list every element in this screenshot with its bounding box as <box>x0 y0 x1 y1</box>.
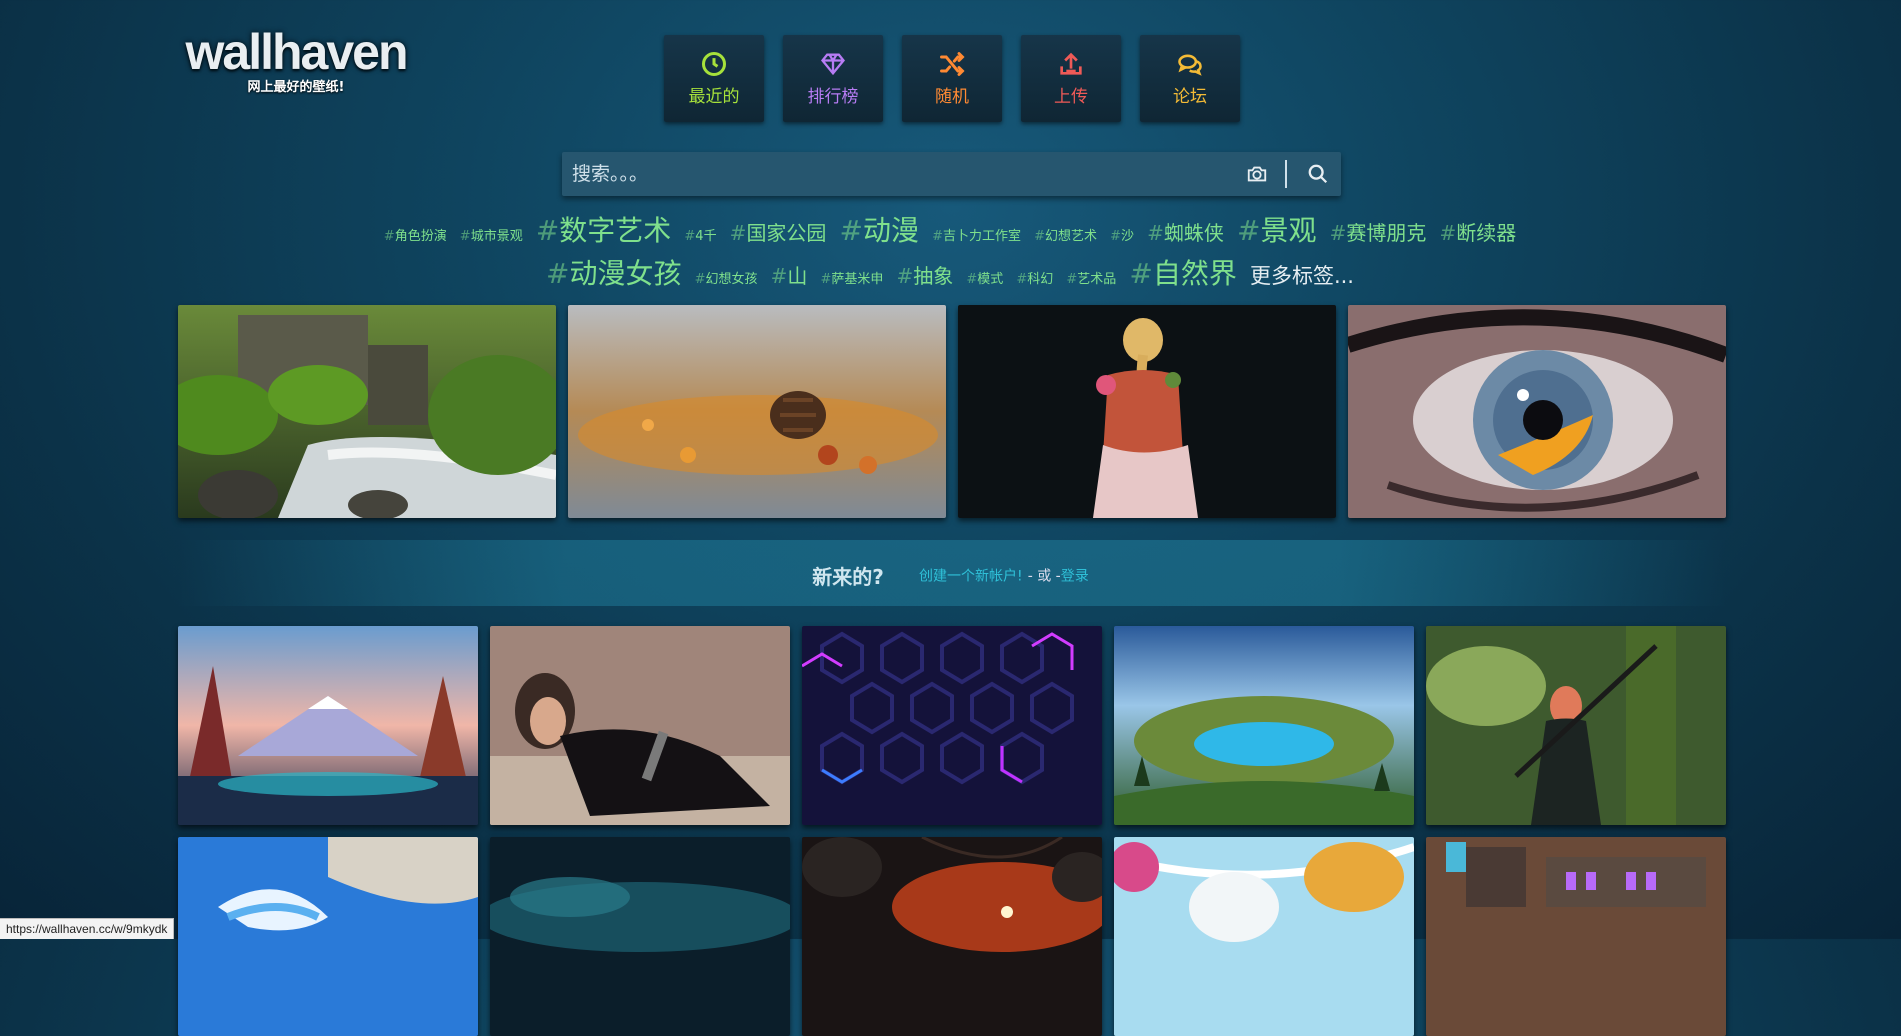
upload-icon <box>1060 52 1082 75</box>
wallpaper-thumb-teal-clouds[interactable] <box>490 837 790 1036</box>
wallpaper-thumb-ocean-wave[interactable] <box>178 837 478 1036</box>
tag-link[interactable]: #4千 <box>684 218 716 255</box>
tag-label: 模式 <box>977 272 1004 287</box>
nav-toplist-button[interactable]: 排行榜 <box>783 35 883 122</box>
search-input[interactable] <box>562 151 1237 197</box>
nav-label: 最近的 <box>688 87 740 107</box>
wallpaper-thumb-white-tree[interactable] <box>1114 837 1414 1036</box>
tag-label: 城市景观 <box>470 229 523 244</box>
tag-link[interactable]: #萨基米申 <box>820 261 883 298</box>
tag-link[interactable]: #沙 <box>1110 218 1134 255</box>
tag-label: 景观 <box>1260 214 1317 247</box>
tag-link[interactable]: #数字艺术 <box>536 212 671 249</box>
tag-label: 角色扮演 <box>394 229 447 244</box>
tag-label: 抽象 <box>913 264 954 288</box>
clock-icon <box>701 51 727 77</box>
tag-label: 山 <box>787 264 808 288</box>
nav-latest-button[interactable]: 最近的 <box>664 35 764 122</box>
wallpaper-thumb-swordswoman[interactable] <box>1426 626 1726 825</box>
latest-wallpapers-grid <box>178 626 1726 1036</box>
tag-link[interactable]: #赛博朋克 <box>1330 215 1427 252</box>
diamond-icon <box>820 53 846 76</box>
tag-link[interactable]: #幻想艺术 <box>1034 218 1097 255</box>
tag-label: 动漫 <box>863 214 920 247</box>
tag-label: 萨基米申 <box>831 272 884 287</box>
camera-icon[interactable] <box>1237 152 1277 196</box>
featured-thumb-painted-eye[interactable] <box>1348 305 1726 518</box>
tag-link[interactable]: #吉卜力工作室 <box>932 218 1021 255</box>
welcome-question: 新来的? <box>812 565 884 589</box>
wallpaper-thumb-red-eclipse[interactable] <box>802 837 1102 1036</box>
wallpaper-thumb-pixel-machinery[interactable] <box>1426 837 1726 1036</box>
tag-link[interactable]: #城市景观 <box>460 218 523 255</box>
shuffle-icon <box>940 52 965 76</box>
tag-link[interactable]: #动漫 <box>840 212 919 249</box>
logo-text: wallhaven <box>185 24 409 80</box>
featured-thumb-anime-girl[interactable] <box>958 305 1336 518</box>
tag-link[interactable]: #抽象 <box>896 258 953 295</box>
tag-link[interactable]: #幻想女孩 <box>695 261 758 298</box>
main-nav: 最近的 排行榜 随机 上传 论坛 <box>664 35 1240 122</box>
tag-label: 艺术品 <box>1077 272 1117 287</box>
tag-link[interactable]: #角色扮演 <box>384 218 447 255</box>
tag-label: 幻想艺术 <box>1045 229 1098 244</box>
tag-link[interactable]: #景观 <box>1237 212 1316 249</box>
magnifier-icon <box>1308 164 1328 184</box>
browser-status-url: https://wallhaven.cc/w/9mkydk <box>0 918 175 939</box>
nav-upload-button[interactable]: 上传 <box>1021 35 1121 122</box>
featured-thumb-pine-cone[interactable] <box>568 305 946 518</box>
more-tags-link[interactable]: 更多标签... <box>1250 258 1354 295</box>
tag-link[interactable]: #山 <box>771 258 808 295</box>
tag-link[interactable]: #模式 <box>966 261 1003 298</box>
wallpaper-thumb-mountain-lake[interactable] <box>178 626 478 825</box>
nav-label: 论坛 <box>1173 87 1207 107</box>
nav-label: 排行榜 <box>807 87 859 107</box>
tag-link[interactable]: #蜘蛛侠 <box>1147 215 1224 252</box>
login-link[interactable]: 登录 <box>1061 569 1089 585</box>
tag-link[interactable]: #断续器 <box>1439 215 1516 252</box>
tag-label: 吉卜力工作室 <box>943 229 1022 244</box>
tag-link[interactable]: #艺术品 <box>1066 261 1116 298</box>
tag-label: 科幻 <box>1027 272 1054 287</box>
site-logo[interactable]: wallhaven 网上最好的壁纸! <box>176 22 416 95</box>
tag-label: 蜘蛛侠 <box>1163 221 1224 245</box>
search-bar <box>562 151 1341 197</box>
search-divider <box>1285 160 1287 188</box>
wallpaper-thumb-crater-lake[interactable] <box>1114 626 1414 825</box>
tag-label: 动漫女孩 <box>569 257 682 290</box>
tag-label: 沙 <box>1121 229 1135 244</box>
tag-label: 幻想女孩 <box>705 272 758 287</box>
tag-label: 国家公园 <box>746 221 827 245</box>
welcome-row: 新来的? 创建一个新帐户! - 或 -登录 <box>0 561 1901 590</box>
tag-link[interactable]: #科幻 <box>1016 261 1053 298</box>
nav-forums-button[interactable]: 论坛 <box>1140 35 1240 122</box>
tag-label: 自然界 <box>1152 257 1237 290</box>
tag-label: 数字艺术 <box>559 214 672 247</box>
or-separator: - 或 - <box>1027 568 1061 585</box>
wallpaper-thumb-neon-hexagons[interactable] <box>802 626 1102 825</box>
create-account-link[interactable]: 创建一个新帐户! <box>919 569 1023 585</box>
nav-label: 上传 <box>1054 87 1088 107</box>
tag-label: 赛博朋克 <box>1346 221 1427 245</box>
tag-label: 断续器 <box>1456 221 1517 245</box>
featured-thumb-mossy-stream[interactable] <box>178 305 556 518</box>
nav-random-button[interactable]: 随机 <box>902 35 1002 122</box>
featured-wallpapers <box>178 305 1726 518</box>
tag-link[interactable]: #自然界 <box>1129 255 1236 292</box>
comments-icon <box>1178 54 1202 76</box>
popular-tags: #角色扮演 #城市景观 #数字艺术 #4千 #国家公园 #动漫 #吉卜力工作室 … <box>300 212 1600 298</box>
tag-link[interactable]: #动漫女孩 <box>546 255 681 292</box>
search-button[interactable] <box>1295 152 1341 196</box>
wallpaper-thumb-woman-portrait[interactable] <box>490 626 790 825</box>
tag-label: 4千 <box>695 229 717 244</box>
tag-link[interactable]: #国家公园 <box>730 215 827 252</box>
nav-label: 随机 <box>935 87 969 107</box>
